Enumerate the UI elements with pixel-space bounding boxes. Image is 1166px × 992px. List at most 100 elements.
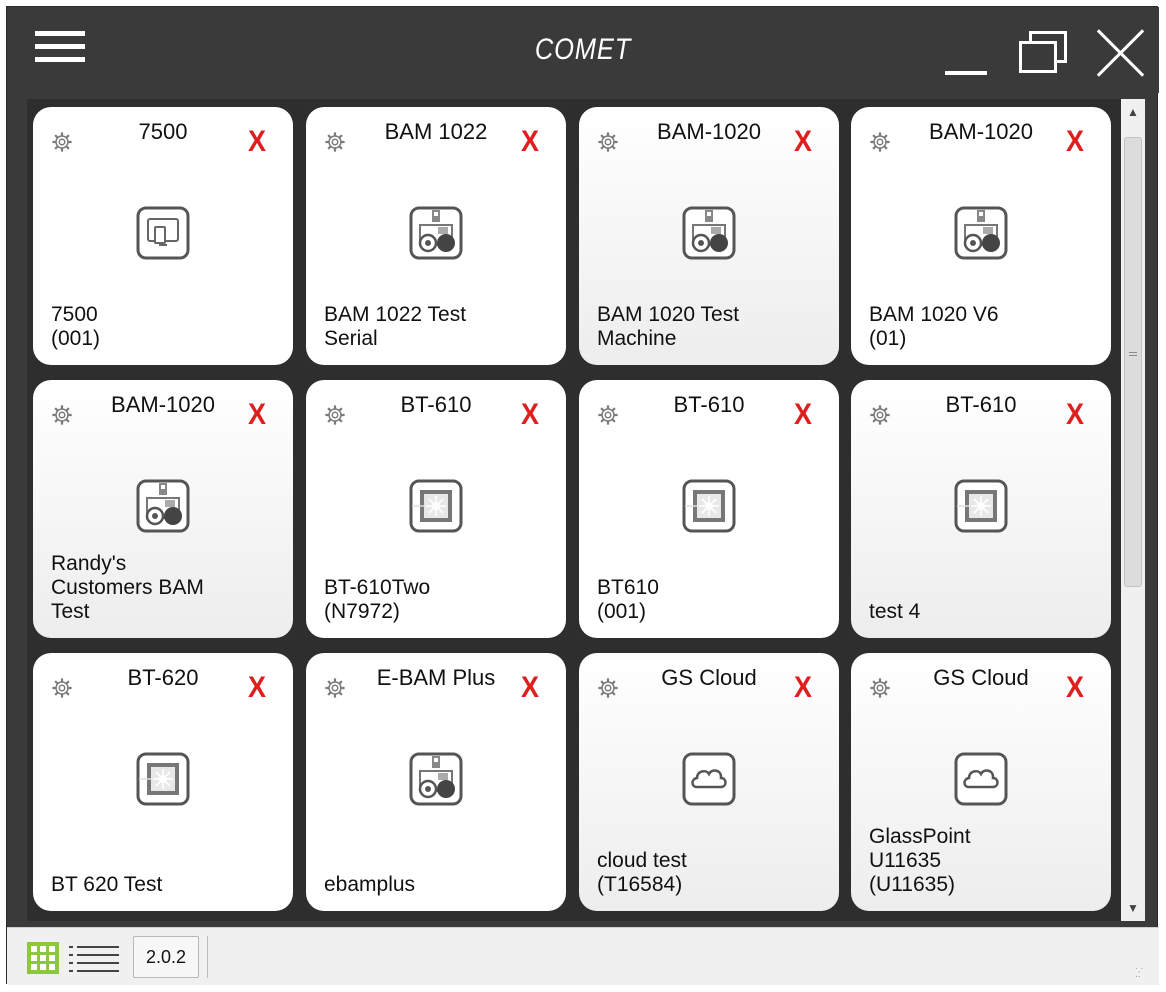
status-bar: 2.0.2 . ..: <box>7 927 1159 985</box>
device-tile[interactable]: GS Cloud Xcloud test (T16584) <box>579 653 839 911</box>
tile-description-line: (N7972) <box>324 600 400 623</box>
tile-title: BT-610 <box>400 392 472 417</box>
remove-tile-button[interactable]: X <box>521 671 539 705</box>
tile-title: 7500 <box>138 119 188 144</box>
tile-title: BT-620 <box>127 665 199 690</box>
cloud-icon <box>681 751 737 807</box>
remove-tile-button[interactable]: X <box>521 125 539 159</box>
grid-view-icon[interactable] <box>27 942 59 974</box>
gear-icon[interactable] <box>324 131 346 153</box>
cloud-icon <box>953 751 1009 807</box>
bam-monitor-icon <box>953 205 1009 261</box>
app-title: COMET <box>534 33 632 66</box>
tile-description-line: (001) <box>597 600 647 623</box>
gear-icon[interactable] <box>51 131 73 153</box>
close-window-button[interactable] <box>1095 27 1147 79</box>
device-tile[interactable]: E-BAM Plus Xebamplus <box>306 653 566 911</box>
remove-tile-button[interactable]: X <box>248 398 266 432</box>
tile-description: BAM 1022 Test Serial <box>324 303 556 351</box>
tile-title: GS Cloud <box>933 665 1029 690</box>
tile-description-line: U11635 <box>869 849 942 872</box>
maximize-button[interactable] <box>1015 27 1073 79</box>
device-grid: 7500 X 7500 (001) BAM 1022 X BAM 1022 Test Seri… <box>27 99 1121 921</box>
remove-tile-button[interactable]: X <box>794 125 812 159</box>
scroll-up-arrow-icon[interactable]: ▲ <box>1121 101 1145 123</box>
device-tile[interactable]: BAM 1022 X BAM 1022 Test Serial <box>306 107 566 365</box>
tile-title: BT-610 <box>945 392 1017 417</box>
device-tile[interactable]: BT-610 X BT610 (001) <box>579 380 839 638</box>
remove-tile-button[interactable]: X <box>794 671 812 705</box>
tile-description-line: BAM 1020 Test <box>597 303 740 326</box>
gear-icon[interactable] <box>324 404 346 426</box>
bam-monitor-icon <box>408 205 464 261</box>
list-view-icon[interactable] <box>67 940 125 976</box>
tile-description: BT 620 Test <box>51 873 283 897</box>
device-tile[interactable]: GS Cloud X GlassPoint U11635 (U11635) <box>851 653 1111 911</box>
tile-description-line: (U11635) <box>869 873 955 896</box>
tile-description-line: BT 620 Test <box>51 873 163 896</box>
tile-title: BAM-1020 <box>111 392 215 417</box>
gear-icon[interactable] <box>51 404 73 426</box>
gear-icon[interactable] <box>869 677 891 699</box>
gear-icon[interactable] <box>597 404 619 426</box>
gear-icon[interactable] <box>869 404 891 426</box>
tile-description-line: BAM 1020 V6 <box>869 303 999 326</box>
scroll-down-arrow-icon[interactable]: ▼ <box>1121 897 1145 919</box>
tile-description-line: (01) <box>869 327 907 350</box>
laser-particle-icon <box>135 751 191 807</box>
tile-description-line: Test <box>51 600 90 623</box>
tile-description-line: Customers BAM <box>51 576 204 599</box>
tile-description: BT610 (001) <box>597 576 829 624</box>
laser-particle-icon <box>681 478 737 534</box>
gear-icon[interactable] <box>597 131 619 153</box>
gear-icon[interactable] <box>869 131 891 153</box>
tile-description-line: test 4 <box>869 600 921 623</box>
remove-tile-button[interactable]: X <box>1066 398 1084 432</box>
title-bar[interactable]: COMET <box>7 7 1159 93</box>
tile-description: Randy's Customers BAM Test <box>51 552 283 624</box>
app-window: COMET 7500 X 7500 (001) BAM 1022 X BAM 1022 Te… <box>6 6 1159 985</box>
version-label: 2.0.2 <box>133 936 199 978</box>
device-tile[interactable]: BT-610 X BT-610Two (N7972) <box>306 380 566 638</box>
remove-tile-button[interactable]: X <box>1066 125 1084 159</box>
device-tile[interactable]: BT-610 Xtest 4 <box>851 380 1111 638</box>
device-tile[interactable]: BT-620 X BT 620 Test <box>33 653 293 911</box>
resize-grip-icon[interactable]: . ..: <box>1135 962 1151 980</box>
tile-title: BT-610 <box>673 392 745 417</box>
tile-description: test 4 <box>869 600 1101 624</box>
bam-monitor-icon <box>135 478 191 534</box>
laser-particle-icon <box>408 478 464 534</box>
menu-hamburger-icon[interactable] <box>35 31 89 67</box>
scrollbar-thumb[interactable] <box>1124 137 1142 587</box>
remove-tile-button[interactable]: X <box>1066 671 1084 705</box>
gear-icon[interactable] <box>51 677 73 699</box>
device-tile[interactable]: 7500 X 7500 (001) <box>33 107 293 365</box>
tile-description-line: GlassPoint <box>869 825 971 848</box>
tile-description: GlassPoint U11635 (U11635) <box>869 825 1101 897</box>
minimize-button[interactable] <box>941 27 991 79</box>
gear-icon[interactable] <box>324 677 346 699</box>
remove-tile-button[interactable]: X <box>248 125 266 159</box>
tile-title: BAM-1020 <box>657 119 761 144</box>
tile-description-line: ebamplus <box>324 873 416 896</box>
tile-title: E-BAM Plus <box>376 665 496 690</box>
tile-description: BT-610Two (N7972) <box>324 576 556 624</box>
tile-description-line: Serial <box>324 327 378 350</box>
tile-description-line: (T16584) <box>597 873 683 896</box>
remove-tile-button[interactable]: X <box>248 671 266 705</box>
tile-title: BAM 1022 <box>384 119 488 144</box>
remove-tile-button[interactable]: X <box>794 398 812 432</box>
device-tile[interactable]: BAM-1020 X BAM 1020 Test Machine <box>579 107 839 365</box>
device-tile[interactable]: BAM-1020 X BAM 1020 V6 (01) <box>851 107 1111 365</box>
device-tile[interactable]: BAM-1020 X Randy's Customers BAM Test <box>33 380 293 638</box>
gear-icon[interactable] <box>597 677 619 699</box>
remove-tile-button[interactable]: X <box>521 398 539 432</box>
bam-monitor-icon <box>681 205 737 261</box>
tablet-device-icon <box>135 205 191 261</box>
tile-description: BAM 1020 V6 (01) <box>869 303 1101 351</box>
status-divider <box>207 936 208 978</box>
tile-description-line: cloud test <box>597 849 687 872</box>
vertical-scrollbar[interactable]: ▲ ▼ <box>1121 99 1145 921</box>
tile-description-line: (001) <box>51 327 101 350</box>
tile-description: cloud test (T16584) <box>597 849 829 897</box>
